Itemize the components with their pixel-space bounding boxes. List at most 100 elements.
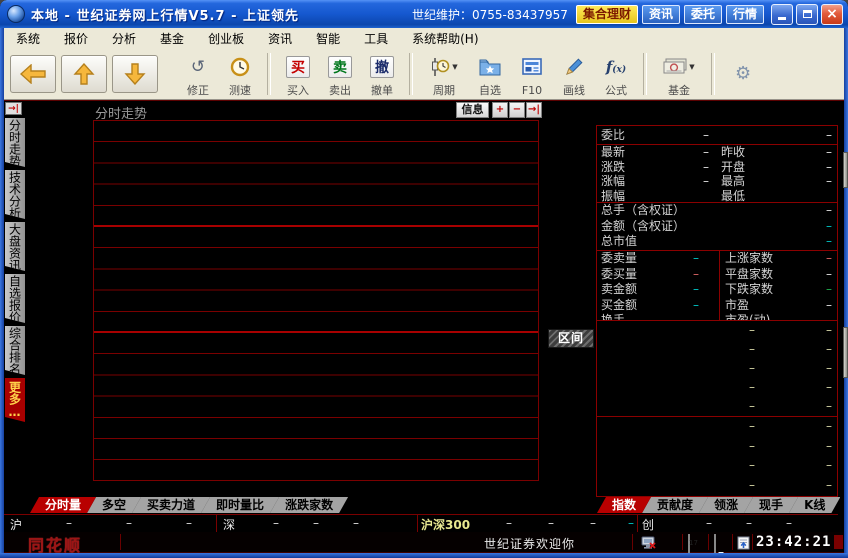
up-button[interactable]	[61, 55, 107, 93]
quote-row: 卖金额– 下跌家数–	[597, 282, 837, 298]
quote-row: 涨跌– 开盘–	[597, 160, 837, 175]
welcome-message: 世纪证券欢迎你	[484, 535, 575, 552]
connection-status-icon[interactable]	[641, 535, 656, 554]
placeholder-section-bottom: –– –– –– ––	[596, 416, 838, 497]
cancel-glyph-icon: 撤	[370, 56, 394, 78]
intraday-chart[interactable]	[93, 120, 539, 481]
period-button[interactable]: ▼ 周期	[420, 50, 468, 98]
f10-button[interactable]: F10	[512, 50, 552, 98]
down-arrow-icon	[124, 63, 146, 85]
back-button[interactable]	[10, 55, 56, 93]
price-section: 最新– 昨收– 涨跌– 开盘– 涨幅– 最高– 振幅 最低	[596, 144, 838, 203]
sidebar-tab-ranking[interactable]: 综合排名	[5, 326, 25, 375]
tab-current-volume[interactable]: 现手	[744, 497, 798, 513]
tab-volume[interactable]: 分时量	[30, 497, 96, 513]
watchlist-button[interactable]: 自选	[470, 50, 510, 98]
fund-button[interactable]: ▼ 基金	[654, 50, 704, 98]
tab-buy-sell-power[interactable]: 买卖力道	[132, 497, 210, 513]
status-hs300[interactable]: 沪深300 – – – –	[417, 515, 638, 532]
collapse-sidebar-icon[interactable]: →|	[5, 102, 22, 115]
menu-help[interactable]: 系统帮助(H)	[400, 30, 490, 47]
titlebar: 本地 - 世纪证券网上行情V5.7 - 上证领先 世纪维护：0755-83437…	[0, 0, 848, 28]
message-bubble-icon[interactable]	[714, 535, 716, 554]
sidebar-tab-technical[interactable]: 技术分析	[5, 170, 25, 219]
flow-section: 委卖量– 上涨家数– 委买量– 平盘家数– 卖金额– 下跌家数– 买金额– 市盈…	[596, 250, 838, 321]
quote-row: ––	[597, 359, 837, 378]
minimize-button[interactable]	[771, 4, 793, 25]
upload-report-icon[interactable]	[737, 535, 750, 554]
calendar-icon[interactable]: 17	[688, 535, 690, 554]
buy-glyph-icon: 买	[286, 56, 310, 78]
info-button[interactable]: 信息	[456, 102, 489, 118]
document-info-icon	[522, 58, 542, 75]
tab-leaders[interactable]: 领涨	[699, 497, 753, 513]
status-shenzhen[interactable]: 深 – – –	[216, 515, 418, 532]
clock-icon	[230, 57, 250, 77]
undo-circle-icon: ↺	[191, 57, 205, 77]
quote-row: ––	[597, 417, 837, 437]
banknote-icon	[663, 58, 687, 75]
placeholder-section-top: –– –– –– –– ––	[596, 320, 838, 417]
close-button[interactable]: ×	[821, 4, 843, 25]
gear-icon[interactable]: ⚙	[735, 63, 751, 84]
tab-volume-ratio[interactable]: 即时量比	[201, 497, 279, 513]
tab-index[interactable]: 指数	[597, 497, 651, 513]
up-arrow-icon	[73, 63, 95, 85]
quote-row: ––	[597, 456, 837, 476]
totals-section: 总手（含权证） – 金额（含权证） – 总市值 –	[596, 202, 838, 251]
menu-analysis[interactable]: 分析	[100, 30, 148, 47]
menubar: 系统 报价 分析 基金 创业板 资讯 智能 工具 系统帮助(H)	[4, 28, 844, 49]
window-border-right	[844, 28, 848, 558]
minimize-icon	[778, 17, 786, 20]
sidebar-tab-more[interactable]: 更多…	[5, 378, 25, 422]
cancel-order-button[interactable]: 撤 撤单	[362, 50, 402, 98]
down-button[interactable]	[112, 55, 158, 93]
tab-long-short[interactable]: 多空	[87, 497, 141, 513]
buy-button[interactable]: 买 买入	[278, 50, 318, 98]
page-exit-icon[interactable]: →|	[526, 102, 542, 118]
draw-line-button[interactable]: 画线	[554, 50, 594, 98]
quote-row: 总手（含权证） –	[597, 203, 837, 219]
tab-contribution[interactable]: 贡献度	[642, 497, 708, 513]
folder-star-icon	[479, 58, 501, 76]
scrollbar-thumb[interactable]	[843, 152, 848, 188]
status-shanghai[interactable]: 沪 – – –	[4, 515, 216, 532]
menu-chinext[interactable]: 创业板	[196, 30, 256, 47]
menu-system[interactable]: 系统	[4, 30, 52, 47]
maximize-button[interactable]	[796, 4, 818, 25]
status-chinext[interactable]: 创 – – –	[637, 515, 838, 532]
app-logo-icon	[7, 5, 25, 23]
sidebar-tab-market-news[interactable]: 大盘资讯	[5, 222, 25, 271]
quote-row: 金额（含权证） –	[597, 219, 837, 235]
trade-button[interactable]: 委托	[684, 5, 722, 24]
tab-kline[interactable]: K线	[789, 497, 840, 513]
quote-row: 最新– 昨收–	[597, 145, 837, 160]
quotes-button[interactable]: 行情	[726, 5, 764, 24]
tab-advance-decline[interactable]: 涨跌家数	[270, 497, 348, 513]
wealth-button[interactable]: 集合理财	[576, 5, 638, 24]
correct-button[interactable]: ↺ 修正	[178, 50, 218, 98]
menu-news[interactable]: 资讯	[256, 30, 304, 47]
sell-button[interactable]: 卖 卖出	[320, 50, 360, 98]
sidebar-tab-watchlist-quotes[interactable]: 自选报价	[5, 274, 25, 323]
page-add-icon[interactable]: +	[492, 102, 508, 118]
quote-row: ––	[597, 321, 837, 340]
footer-separator	[708, 534, 709, 550]
page-remove-icon[interactable]: −	[509, 102, 525, 118]
news-button[interactable]: 资讯	[642, 5, 680, 24]
sidebar-tab-timeline[interactable]: 分时走势	[5, 118, 25, 167]
quote-row: ––	[597, 397, 837, 416]
scrollbar-thumb[interactable]	[843, 327, 848, 378]
app-window: 本地 - 世纪证券网上行情V5.7 - 上证领先 世纪维护：0755-83437…	[0, 0, 848, 558]
footer-endcap	[834, 535, 843, 549]
formula-button[interactable]: f(x) 公式	[596, 50, 636, 98]
menu-funds[interactable]: 基金	[148, 30, 196, 47]
speedtest-button[interactable]: 测速	[220, 50, 260, 98]
pencil-icon	[565, 57, 584, 76]
range-button[interactable]: 区间	[548, 329, 594, 348]
menu-tools[interactable]: 工具	[352, 30, 400, 47]
menu-quotes[interactable]: 报价	[52, 30, 100, 47]
menu-smart[interactable]: 智能	[304, 30, 352, 47]
index-status-bar: 沪 – – – 深 – – – 沪深300 – – – – 创 – – –	[4, 514, 838, 533]
maintenance-phone: 世纪维护：0755-83437957	[412, 6, 568, 23]
